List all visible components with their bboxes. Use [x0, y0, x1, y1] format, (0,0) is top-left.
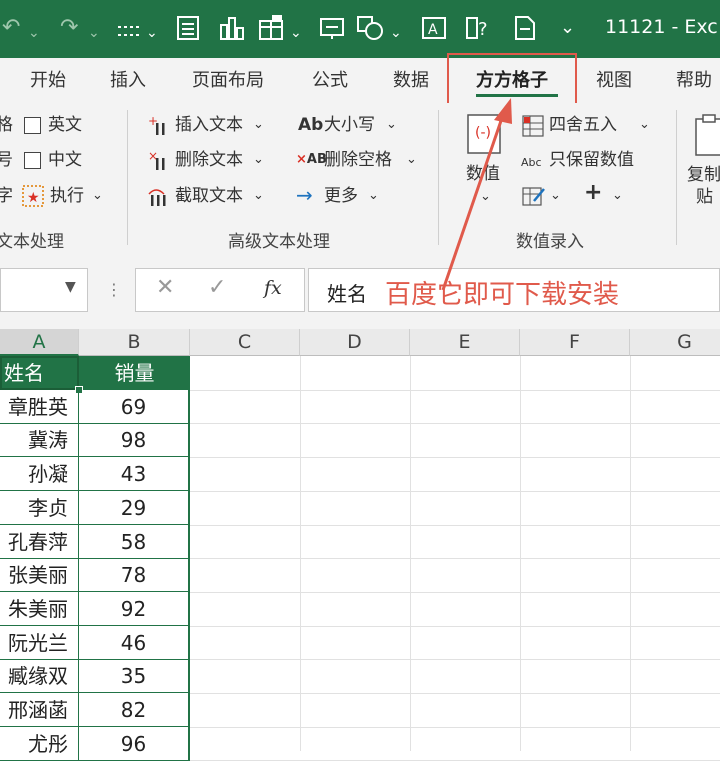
- table-cell-name[interactable]: 孙凝: [0, 457, 79, 491]
- table-cell-sales[interactable]: 46: [79, 626, 190, 660]
- column-header-c[interactable]: C: [190, 329, 300, 356]
- table-cell-sales[interactable]: 35: [79, 659, 190, 693]
- column-header-b[interactable]: B: [79, 329, 190, 356]
- table-cell-sales[interactable]: 29: [79, 491, 190, 525]
- table-cell-sales[interactable]: 69: [79, 390, 190, 424]
- gridline: [190, 659, 720, 660]
- gridline: [630, 356, 631, 751]
- gridline: [190, 390, 720, 391]
- gridline: [190, 525, 720, 526]
- column-header-a[interactable]: A: [0, 329, 79, 356]
- header-cell-name[interactable]: 姓名: [0, 356, 79, 390]
- table-cell-name[interactable]: 臧缘双: [0, 659, 79, 693]
- gridline: [190, 491, 720, 492]
- table-cell-sales[interactable]: 58: [79, 525, 190, 559]
- table-cell-name[interactable]: 尤彤: [0, 727, 79, 761]
- column-header-d[interactable]: D: [300, 329, 410, 356]
- gridline: [190, 457, 720, 458]
- table-cell-name[interactable]: 冀涛: [0, 423, 79, 457]
- table-cell-sales[interactable]: 92: [79, 592, 190, 626]
- table-cell-name[interactable]: 朱美丽: [0, 592, 79, 626]
- table-cell-name[interactable]: 邢涵菡: [0, 693, 79, 727]
- gridline: [190, 558, 720, 559]
- gridline: [190, 727, 720, 728]
- gridline: [520, 356, 521, 751]
- gridline: [300, 356, 301, 751]
- column-header-g[interactable]: G: [630, 329, 720, 356]
- gridline: [190, 626, 720, 627]
- table-cell-name[interactable]: 章胜英: [0, 390, 79, 424]
- column-header-f[interactable]: F: [520, 329, 630, 356]
- table-cell-name[interactable]: 孔春萍: [0, 525, 79, 559]
- table-cell-name[interactable]: 阮光兰: [0, 626, 79, 660]
- table-cell-sales[interactable]: 98: [79, 423, 190, 457]
- header-cell-sales[interactable]: 销量: [79, 356, 190, 390]
- gridline: [190, 693, 720, 694]
- table-cell-sales[interactable]: 96: [79, 727, 190, 761]
- column-header-e[interactable]: E: [410, 329, 520, 356]
- table-cell-sales[interactable]: 82: [79, 693, 190, 727]
- gridline: [410, 356, 411, 751]
- gridline: [190, 592, 720, 593]
- table-cell-name[interactable]: 张美丽: [0, 558, 79, 592]
- table-cell-sales[interactable]: 78: [79, 558, 190, 592]
- table-cell-sales[interactable]: 43: [79, 457, 190, 491]
- gridline: [190, 423, 720, 424]
- table-cell-name[interactable]: 李贞: [0, 491, 79, 525]
